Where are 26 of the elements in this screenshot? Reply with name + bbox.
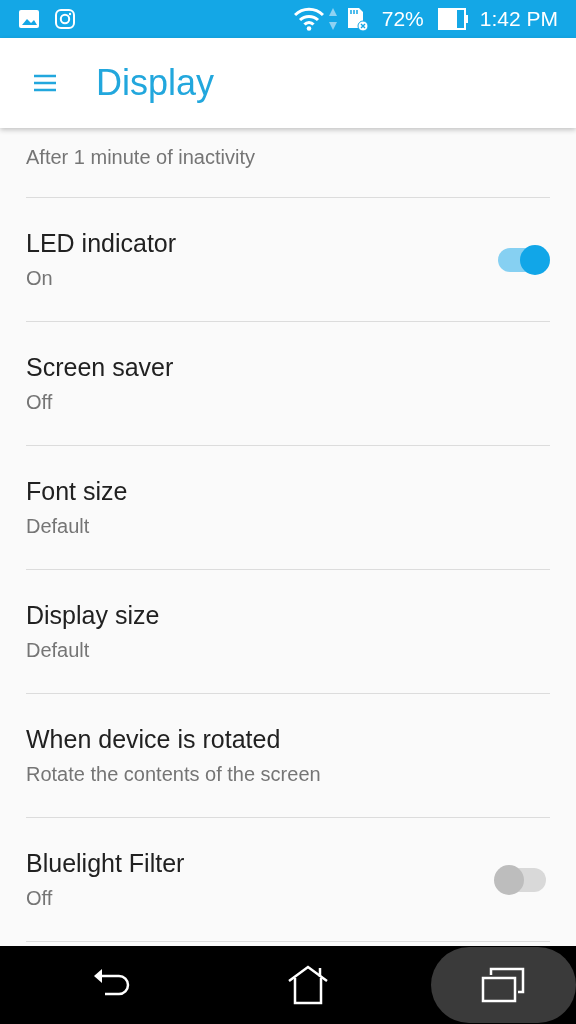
setting-title: Screen saver [26,353,175,382]
setting-summary: Default [26,515,91,538]
setting-title: Font size [26,477,129,506]
data-arrows-icon [327,7,338,31]
setting-summary: Default [26,639,91,662]
page-title: Display [96,62,215,104]
overlapping-windows-icon [481,967,526,1003]
setting-summary: Off [26,391,54,414]
setting-title: When device is rotated [26,725,282,754]
sd-card-icon [345,6,368,32]
battery-percentage: 72% [381,7,424,31]
recent-apps-button[interactable] [430,947,576,1023]
setting-title: Bluelight Filter [26,849,186,878]
setting-summary: On [26,267,54,290]
setting-summary: Rotate the contents of the screen [26,763,322,786]
battery-icon [437,8,470,30]
camera-icon [54,8,76,30]
home-icon [287,965,329,1005]
menu-button[interactable] [34,73,56,93]
setting-title: Display size [26,601,161,630]
setting-summary: After 1 minute of inactivity [26,146,256,169]
wifi-icon [293,7,324,31]
setting-summary: Off [26,887,54,910]
image-icon [18,9,40,29]
setting-title: LED indicator [26,229,178,258]
clock-time: 1:42 PM [479,7,558,31]
